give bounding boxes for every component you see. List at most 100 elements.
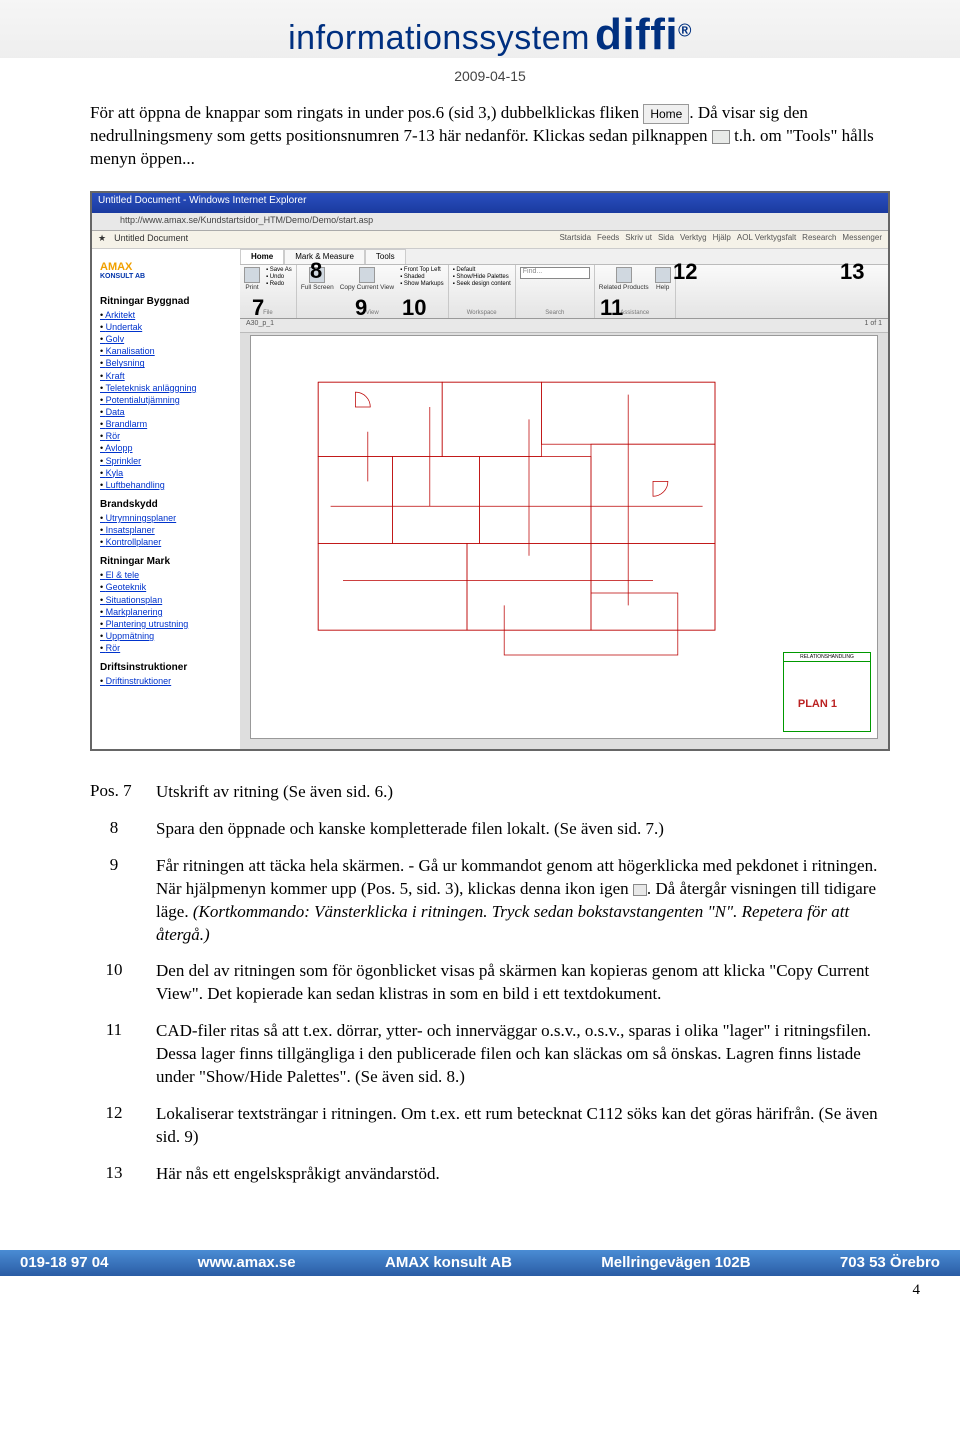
sidebar-heading: Ritningar Byggnad [100, 296, 232, 307]
list-text-12: Lokaliserar textsträngar i ritningen. Om… [156, 1103, 890, 1149]
ribbon-button[interactable]: Help [655, 267, 671, 291]
ribbon-side-item[interactable]: ▪ Undo [266, 274, 292, 280]
list-text-9: Får ritningen att täcka hela skärmen. - … [156, 855, 890, 947]
sidebar-item[interactable]: Luftbehandling [106, 479, 232, 491]
sidebar-item[interactable]: Undertak [106, 321, 232, 333]
ribbon-side-item[interactable]: ▪ Save As [266, 267, 292, 273]
browser-screenshot: Untitled Document - Windows Internet Exp… [90, 191, 890, 751]
favorites-star-icon[interactable]: ★ [98, 233, 106, 246]
fullscreen-icon[interactable] [633, 884, 647, 896]
window-titlebar: Untitled Document - Windows Internet Exp… [92, 193, 888, 213]
tab-tools[interactable]: Tools [365, 249, 406, 264]
list-num-11: 11 [90, 1020, 138, 1089]
ribbon-group: Find... Search [516, 265, 595, 318]
list-text-7: Utskrift av ritning (Se även sid. 6.) [156, 781, 890, 804]
legend-box: RELATIONSHANDLING [783, 652, 871, 732]
list-num-10: 10 [90, 960, 138, 1006]
sidebar-item[interactable]: Avlopp [106, 442, 232, 454]
ribbon-group: ▪ Default▪ Show/Hide Palettes▪ Seek desi… [449, 265, 516, 318]
toolbar-btn[interactable]: Startsida [559, 233, 591, 246]
drawing-canvas[interactable]: PLAN 1 RELATIONSHANDLING [250, 335, 878, 739]
sidebar-item[interactable]: Rör [106, 430, 232, 442]
find-input[interactable]: Find... [520, 267, 590, 279]
sidebar-item[interactable]: Data [106, 406, 232, 418]
sidebar-item[interactable]: Markplanering [106, 606, 232, 618]
sidebar-heading: Brandskydd [100, 499, 232, 510]
sidebar-item[interactable]: Brandlarm [106, 418, 232, 430]
sidebar-item[interactable]: Potentialutjämning [106, 394, 232, 406]
sidebar-item[interactable]: Belysning [106, 357, 232, 369]
ribbon-side-item[interactable]: ▪ Redo [266, 281, 292, 287]
overlay-10: 10 [402, 295, 426, 321]
header-date: 2009-04-15 [90, 68, 890, 84]
sidebar-item[interactable]: El & tele [106, 569, 232, 581]
toolbar-btn[interactable]: Messenger [842, 233, 882, 246]
home-tab-button[interactable]: Home [643, 104, 689, 124]
list-text-10: Den del av ritningen som för ögonblicket… [156, 960, 890, 1006]
sidebar-item[interactable]: Rör [106, 642, 232, 654]
sidebar-item[interactable]: Geoteknik [106, 581, 232, 593]
ribbon-icon [655, 267, 671, 283]
sidebar-item[interactable]: Golv [106, 333, 232, 345]
header-title: informationssystemdiffi® [90, 10, 890, 60]
sidebar-item[interactable]: Kyla [106, 467, 232, 479]
toolbar-btn[interactable]: Feeds [597, 233, 619, 246]
footer-url: www.amax.se [198, 1254, 296, 1271]
ribbon-side-item[interactable]: ▪ Show Markups [400, 281, 443, 287]
numbered-list: Pos. 7 Utskrift av ritning (Se även sid. … [90, 781, 890, 1186]
page-readout: 1 of 1 [864, 320, 882, 331]
tab-label[interactable]: Untitled Document [114, 233, 188, 246]
toolbar-btn[interactable]: Hjälp [713, 233, 731, 246]
ribbon-group-label: Workspace [453, 310, 511, 316]
list-num-12: 12 [90, 1103, 138, 1149]
intro-paragraph: För att öppna de knappar som ringats in … [90, 102, 890, 171]
ribbon-group-label: Search [520, 310, 590, 316]
sidebar-item[interactable]: Teleteknisk anläggning [106, 382, 232, 394]
list-num-8: 8 [90, 818, 138, 841]
tab-home[interactable]: Home [240, 249, 284, 264]
ribbon-side-item[interactable]: ▪ Seek design content [453, 281, 511, 287]
sidebar-item[interactable]: Sprinkler [106, 455, 232, 467]
list-num-7: Pos. 7 [90, 781, 138, 804]
sidebar-item[interactable]: Kanalisation [106, 345, 232, 357]
ribbon-side-item[interactable]: ▪ Show/Hide Palettes [453, 274, 511, 280]
toolbar-btn[interactable]: AOL Verktygsfalt [737, 233, 796, 246]
sidebar-item[interactable]: Insatsplaner [106, 524, 232, 536]
dwf-viewer: Home Mark & Measure Tools 8 7 9 10 11 12… [240, 249, 888, 749]
footer-city: 703 53 Örebro [840, 1254, 940, 1271]
toolbar-btn[interactable]: Sida [658, 233, 674, 246]
sidebar-item[interactable]: Plantering utrustning [106, 618, 232, 630]
title-part1: informationssystem [288, 19, 590, 57]
address-bar[interactable]: http://www.amax.se/Kundstartsidor_HTM/De… [92, 213, 888, 231]
document-bar: A30_p_1 1 of 1 [240, 319, 888, 333]
toolbar-btn[interactable]: Verktyg [680, 233, 707, 246]
sidebar-item[interactable]: Kontrollplaner [106, 536, 232, 548]
sidebar-item[interactable]: Arkitekt [106, 309, 232, 321]
ribbon-button[interactable]: Related Products [599, 267, 649, 291]
page-number: 4 [0, 1276, 960, 1309]
overlay-9: 9 [355, 295, 367, 321]
sidebar-item[interactable]: Kraft [106, 370, 232, 382]
sidebar-item[interactable]: Utrymningsplaner [106, 512, 232, 524]
toolbar-btn[interactable]: Research [802, 233, 836, 246]
amax-logo: AMAX KONSULT AB [100, 254, 156, 288]
browser-toolbar-right: Startsida Feeds Skriv ut Sida Verktyg Hj… [559, 233, 882, 246]
ribbon-side-item[interactable]: ▪ Default [453, 267, 511, 273]
tab-mark-measure[interactable]: Mark & Measure [284, 249, 365, 264]
ribbon-side-item[interactable]: ▪ Front Top Left [400, 267, 443, 273]
ribbon-button[interactable]: Copy Current View [340, 267, 394, 291]
list-text-13: Här nås ett engelskspråkigt användarstöd… [156, 1163, 890, 1186]
ribbon-tabs: Home Mark & Measure Tools [240, 249, 888, 265]
ribbon-button[interactable]: Print [244, 267, 260, 291]
ribbon-side-item[interactable]: ▪ Shaded [400, 274, 443, 280]
toolbar-btn[interactable]: Skriv ut [625, 233, 652, 246]
dropdown-arrow-icon[interactable] [712, 130, 730, 144]
sidebar-heading: Ritningar Mark [100, 556, 232, 567]
registered-mark: ® [678, 21, 692, 41]
sidebar-item[interactable]: Uppmätning [106, 630, 232, 642]
sidebar-item[interactable]: Driftinstruktioner [106, 675, 232, 687]
sidebar-item[interactable]: Situationsplan [106, 594, 232, 606]
list-text-8: Spara den öppnade och kanske komplettera… [156, 818, 890, 841]
floor-plan [281, 354, 777, 708]
overlay-8: 8 [310, 258, 322, 284]
